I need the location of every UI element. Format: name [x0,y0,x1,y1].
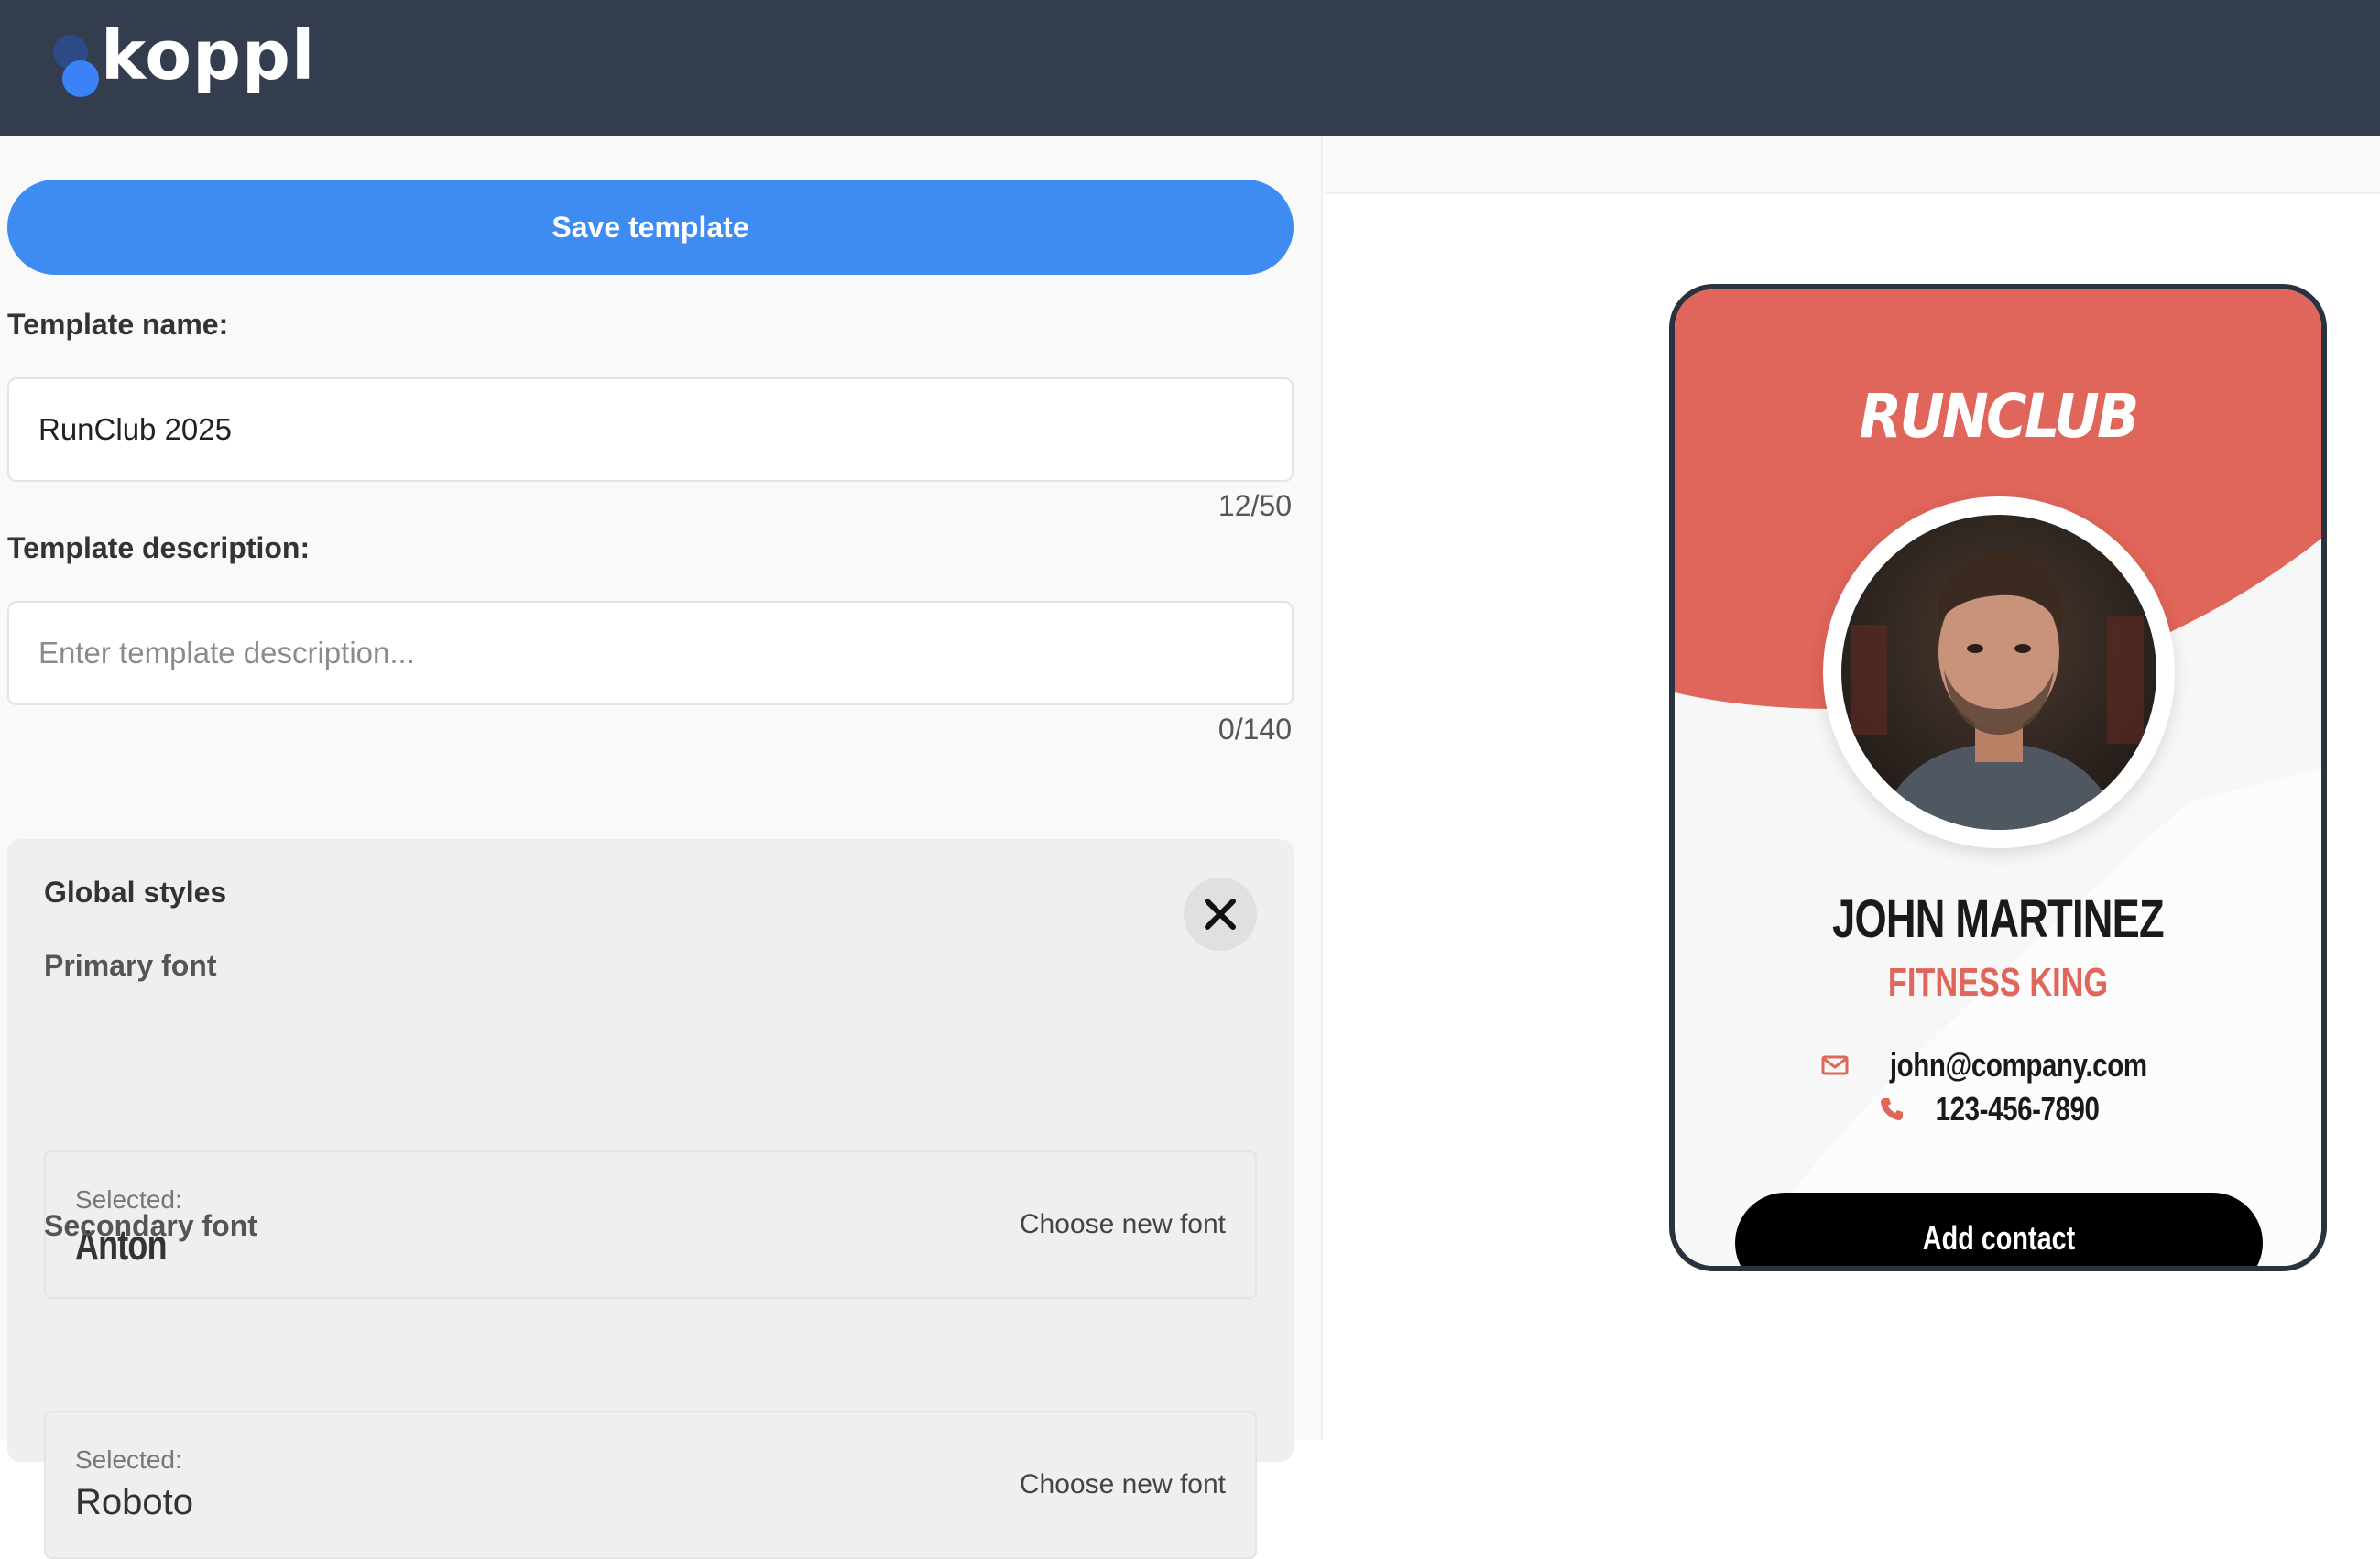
close-global-styles-button[interactable] [1184,878,1257,951]
preview-toolbar-strip [1325,136,2380,194]
template-description-counter: 0/140 [1217,713,1292,746]
template-name-input[interactable] [7,377,1294,482]
template-name-label: Template name: [7,308,229,341]
contact-title: FITNESS KING [1887,960,2109,1005]
secondary-font-name: Roboto [75,1482,193,1522]
global-styles-title: Global styles [44,876,227,909]
contact-phone: 123-456-7890 [1935,1090,2100,1128]
logo-text: koppl [101,16,316,95]
secondary-font-label: Secondary font [44,1209,257,1242]
primary-font-label: Primary font [44,949,217,982]
profile-avatar [1841,515,2156,830]
koppl-logo[interactable]: koppl [49,16,315,99]
contact-name: JOHN MARTINEZ [1832,889,2165,949]
profile-avatar-frame [1823,496,2175,848]
secondary-font-selected-label: Selected: [75,1445,182,1474]
phone-icon [1880,1098,1903,1120]
contact-email: john@company.com [1889,1046,2147,1084]
template-description-input[interactable] [7,601,1294,705]
primary-choose-font-link[interactable]: Choose new font [1020,1209,1226,1240]
top-bar: koppl [0,0,2380,136]
email-row[interactable]: john@company.com [1675,1046,2321,1085]
add-contact-label: Add contact [1922,1219,2076,1257]
global-styles-panel: Global styles Primary font Selected: Ant… [7,839,1294,1559]
add-contact-button[interactable]: Add contact [1735,1193,2263,1266]
save-template-button[interactable]: Save template [7,180,1294,275]
phone-row[interactable]: 123-456-7890 [1675,1090,2321,1128]
mail-icon [1821,1055,1849,1075]
card-preview-phone: RUNCLUB JOHN MARTINEZ FITNESS KING john@… [1669,284,2327,1271]
template-editor-panel: Save template Template name: 12/50 Templ… [0,136,1323,1559]
template-name-counter: 12/50 [1217,489,1292,522]
close-icon [1205,899,1236,930]
card-brand-logo: RUNCLUB [1859,381,2139,452]
template-description-label: Template description: [7,531,311,564]
logo-mark-icon [49,29,104,97]
secondary-font-selector[interactable]: Selected: Roboto Choose new font [44,1411,1257,1559]
secondary-choose-font-link[interactable]: Choose new font [1020,1469,1226,1500]
